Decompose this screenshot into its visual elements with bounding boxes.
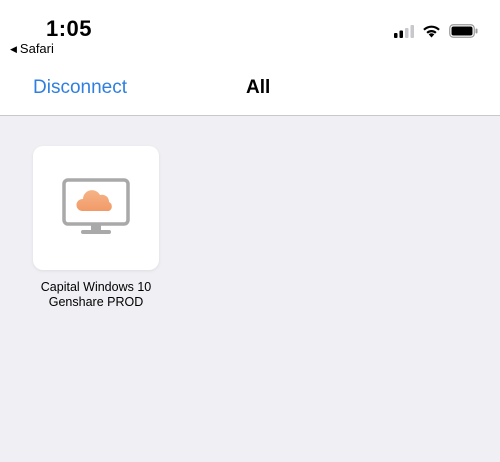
screen: 1:05 ◀ Safari Disconnect All Capital Win… xyxy=(0,0,500,462)
back-to-app-link[interactable]: ◀ Safari xyxy=(10,41,54,56)
desktops-grid: Capital Windows 10 Genshare PROD xyxy=(0,116,500,462)
status-icons xyxy=(394,24,478,38)
desktop-tile[interactable] xyxy=(33,146,159,270)
wifi-icon xyxy=(423,25,440,38)
desktop-name: Capital Windows 10 Genshare PROD xyxy=(10,280,182,310)
desktop-name-line2: Genshare PROD xyxy=(48,295,144,309)
back-app-label: Safari xyxy=(19,41,54,56)
page-title: All xyxy=(246,77,271,98)
back-triangle-icon: ◀ xyxy=(10,44,17,54)
status-time: 1:05 xyxy=(46,16,93,41)
monitor-cloud-icon xyxy=(62,178,130,234)
navigation-bar: Disconnect All xyxy=(0,64,500,116)
cellular-signal-icon xyxy=(394,24,414,38)
status-bar: 1:05 ◀ Safari xyxy=(0,0,500,64)
disconnect-button[interactable]: Disconnect xyxy=(33,77,127,99)
battery-icon xyxy=(449,24,478,38)
desktop-name-line1: Capital Windows 10 xyxy=(40,280,152,294)
